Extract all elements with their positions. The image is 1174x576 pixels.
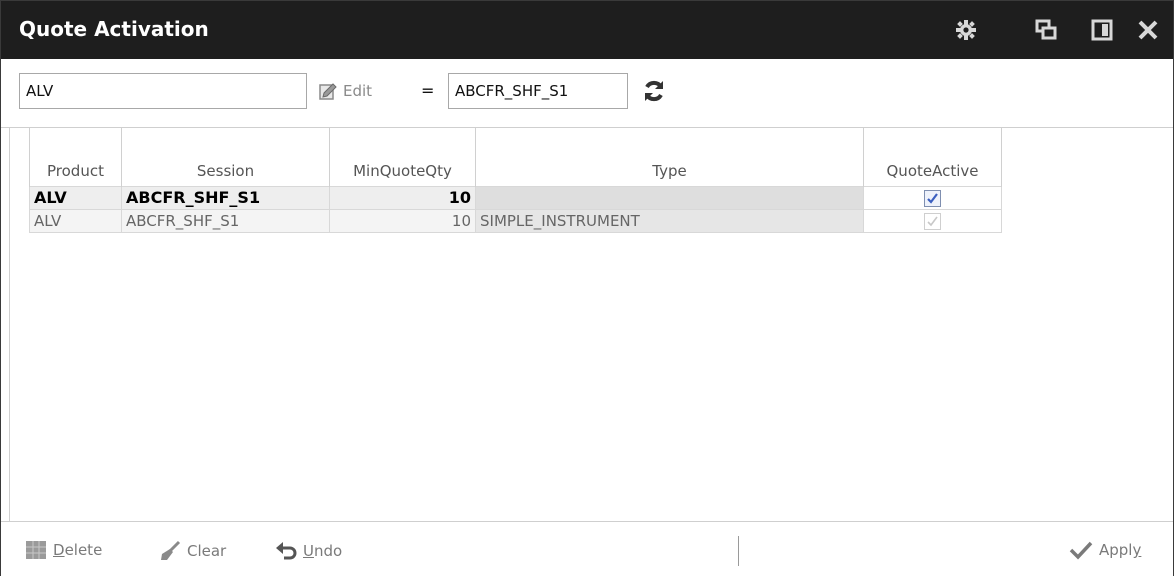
cell-quote-active[interactable] — [863, 185, 1002, 210]
column-header-product[interactable]: Product — [29, 128, 122, 186]
dock-icon[interactable] — [1091, 19, 1113, 41]
equals-sign: = — [421, 81, 435, 100]
quote-active-checkbox[interactable] — [924, 212, 941, 230]
delete-label: elete — [64, 541, 103, 559]
quote-grid: Product Session MinQuoteQty Type QuoteAc… — [1, 128, 1173, 521]
gear-icon[interactable] — [955, 19, 977, 41]
quote-active-checkbox[interactable] — [924, 190, 941, 207]
data-table: Product Session MinQuoteQty Type QuoteAc… — [29, 128, 1002, 233]
title-bar[interactable]: Quote Activation — [1, 1, 1173, 59]
restore-icon[interactable] — [1035, 19, 1057, 41]
undo-button[interactable]: Undo — [275, 540, 342, 562]
window-title: Quote Activation — [19, 17, 209, 41]
undo-label-mnemonic: U — [303, 542, 314, 560]
edit-icon — [319, 83, 337, 100]
session-input[interactable]: ABCFR_SHF_S1 — [448, 73, 628, 109]
undo-icon — [276, 542, 297, 560]
edit-label: Edit — [343, 82, 373, 100]
clear-label: Clear — [187, 542, 227, 560]
footer-toolbar: Delete Clear Undo Apply — [1, 521, 1173, 576]
table-row[interactable]: ALV ABCFR_SHF_S1 10 SIMPLE_INSTRUMENT — [29, 208, 1002, 233]
delete-grid-icon — [26, 541, 46, 559]
column-header-type[interactable]: Type — [475, 128, 864, 186]
checkmark-icon — [1069, 541, 1093, 560]
undo-label: ndo — [313, 542, 343, 560]
cell-session[interactable]: ABCFR_SHF_S1 — [121, 185, 330, 210]
grid-border — [9, 128, 10, 521]
clear-button[interactable]: Clear — [159, 540, 226, 562]
broom-icon — [161, 540, 181, 560]
quote-activation-window: Quote Activation ALV Edit = ABCFR_SHF_S1… — [0, 0, 1174, 576]
edit-button[interactable]: Edit — [317, 79, 372, 103]
delete-button[interactable]: Delete — [25, 540, 102, 560]
filter-bar: ALV Edit = ABCFR_SHF_S1 — [1, 59, 1173, 127]
column-header-min-quote-qty[interactable]: MinQuoteQty — [329, 128, 476, 186]
apply-label-mnemonic: y — [1132, 541, 1142, 559]
product-input[interactable]: ALV — [19, 73, 307, 109]
cell-type[interactable]: SIMPLE_INSTRUMENT — [475, 208, 864, 233]
apply-button[interactable]: Apply — [1069, 540, 1141, 560]
toolbar-separator — [738, 536, 739, 566]
table-row[interactable]: ALV ABCFR_SHF_S1 10 — [29, 185, 1002, 210]
column-header-quote-active[interactable]: QuoteActive — [863, 128, 1002, 186]
cell-product[interactable]: ALV — [29, 185, 122, 210]
refresh-icon[interactable] — [641, 78, 667, 104]
column-header-session[interactable]: Session — [121, 128, 330, 186]
cell-min-quote-qty[interactable]: 10 — [329, 185, 476, 210]
close-icon[interactable] — [1137, 19, 1159, 41]
cell-min-quote-qty[interactable]: 10 — [329, 208, 476, 233]
delete-label-mnemonic: D — [53, 541, 65, 559]
cell-quote-active[interactable] — [863, 208, 1002, 233]
cell-product[interactable]: ALV — [29, 208, 122, 233]
apply-label: Appl — [1099, 541, 1133, 559]
cell-type[interactable] — [475, 185, 864, 210]
cell-session[interactable]: ABCFR_SHF_S1 — [121, 208, 330, 233]
